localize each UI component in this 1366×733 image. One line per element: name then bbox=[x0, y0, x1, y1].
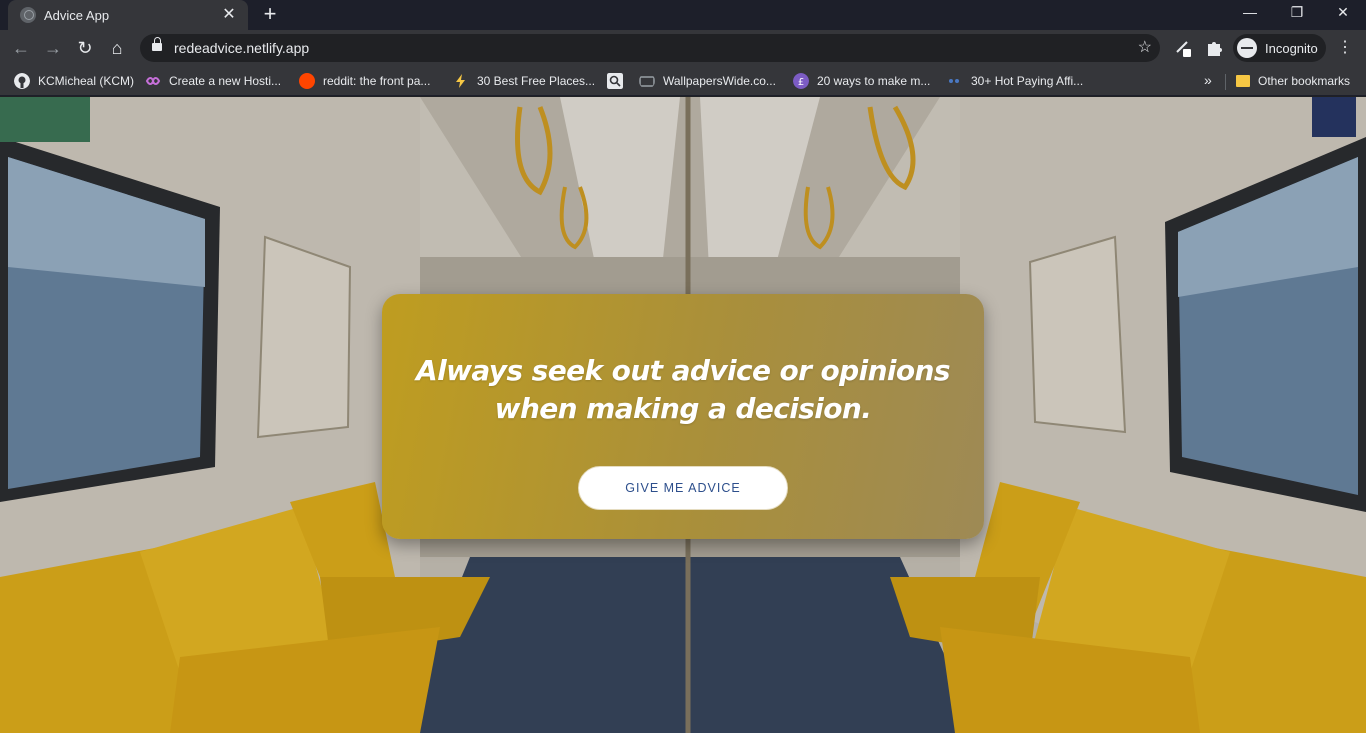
bookmark-label: KCMicheal (KCM) bbox=[38, 74, 135, 88]
close-icon[interactable]: ✕ bbox=[220, 7, 238, 23]
star-icon[interactable]: ☆ bbox=[1138, 37, 1152, 57]
bookmark-label: Create a new Hosti... bbox=[169, 74, 282, 88]
puzzle-icon[interactable] bbox=[1204, 38, 1224, 58]
bookmark-kcmicheal[interactable]: KCMicheal (KCM) bbox=[14, 72, 134, 90]
browser-toolbar: ← → ↻ ⌂ redeadvice.netlify.app ☆ Incogni… bbox=[0, 30, 1366, 66]
bookmark-affiliate[interactable]: 30+ Hot Paying Affi... bbox=[947, 72, 1083, 90]
bookmarks-overflow-icon[interactable]: » bbox=[1204, 72, 1212, 88]
incognito-profile-button[interactable]: Incognito bbox=[1233, 34, 1326, 62]
bookmark-create-hosting[interactable]: Create a new Hosti... bbox=[145, 72, 281, 90]
tab-advice-app[interactable]: Advice App ✕ bbox=[8, 0, 248, 30]
advice-card: Always seek out advice or opinions when … bbox=[382, 294, 984, 539]
minimize-button[interactable]: — bbox=[1236, 2, 1264, 22]
close-window-button[interactable]: ✕ bbox=[1329, 2, 1357, 22]
bookmark-label: 30+ Hot Paying Affi... bbox=[971, 74, 1084, 88]
globe-icon bbox=[20, 7, 36, 23]
svg-text:£: £ bbox=[798, 77, 804, 88]
url-text[interactable]: redeadvice.netlify.app bbox=[174, 40, 309, 56]
wallpaper-icon bbox=[639, 76, 655, 87]
dots-icon bbox=[949, 79, 959, 83]
incognito-label: Incognito bbox=[1265, 40, 1318, 56]
bookmarks-divider bbox=[1225, 74, 1226, 90]
kebab-menu-icon[interactable]: ⋮ bbox=[1336, 38, 1354, 58]
back-button[interactable]: ← bbox=[9, 36, 33, 60]
pound-icon: £ bbox=[793, 73, 809, 89]
bookmark-free-places[interactable]: 30 Best Free Places... bbox=[453, 72, 595, 90]
new-tab-button[interactable]: + bbox=[258, 3, 282, 25]
incognito-icon bbox=[1237, 38, 1257, 58]
restore-button[interactable]: ❐ bbox=[1283, 2, 1311, 22]
bookmark-label: 30 Best Free Places... bbox=[477, 74, 596, 88]
folder-icon bbox=[1236, 75, 1250, 87]
page-viewport: Always seek out advice or opinions when … bbox=[0, 97, 1366, 733]
lock-icon bbox=[152, 37, 162, 51]
tab-strip: Advice App ✕ + — ❐ ✕ bbox=[0, 0, 1366, 30]
forward-button[interactable]: → bbox=[41, 36, 65, 60]
bookmark-label: 20 ways to make m... bbox=[817, 74, 931, 88]
bolt-icon bbox=[456, 74, 465, 88]
bookmark-label: WallpapersWide.co... bbox=[663, 74, 776, 88]
bookmark-label: reddit: the front pa... bbox=[323, 74, 431, 88]
address-bar[interactable]: redeadvice.netlify.app ☆ bbox=[140, 34, 1160, 62]
other-bookmarks-label: Other bookmarks bbox=[1258, 74, 1351, 88]
give-me-advice-button[interactable]: GIVE ME ADVICE bbox=[578, 466, 788, 510]
advice-text: Always seek out advice or opinions when … bbox=[416, 354, 951, 425]
bookmark-reddit[interactable]: reddit: the front pa... bbox=[299, 72, 430, 90]
infinity-icon bbox=[145, 77, 161, 85]
github-icon bbox=[14, 73, 30, 89]
search-icon bbox=[607, 73, 623, 89]
extension-slash-icon[interactable] bbox=[1173, 38, 1193, 58]
home-button[interactable]: ⌂ bbox=[105, 36, 129, 60]
reddit-icon bbox=[299, 73, 315, 89]
bookmark-search[interactable] bbox=[607, 72, 631, 90]
tab-title: Advice App bbox=[44, 7, 110, 23]
bookmark-wallpaperswide[interactable]: WallpapersWide.co... bbox=[639, 72, 776, 90]
other-bookmarks-folder[interactable]: Other bookmarks bbox=[1236, 72, 1350, 90]
bookmark-ways-to-make[interactable]: £ 20 ways to make m... bbox=[793, 72, 930, 90]
bookmarks-bar: KCMicheal (KCM) Create a new Hosti... re… bbox=[0, 66, 1366, 96]
reload-button[interactable]: ↻ bbox=[73, 36, 97, 60]
